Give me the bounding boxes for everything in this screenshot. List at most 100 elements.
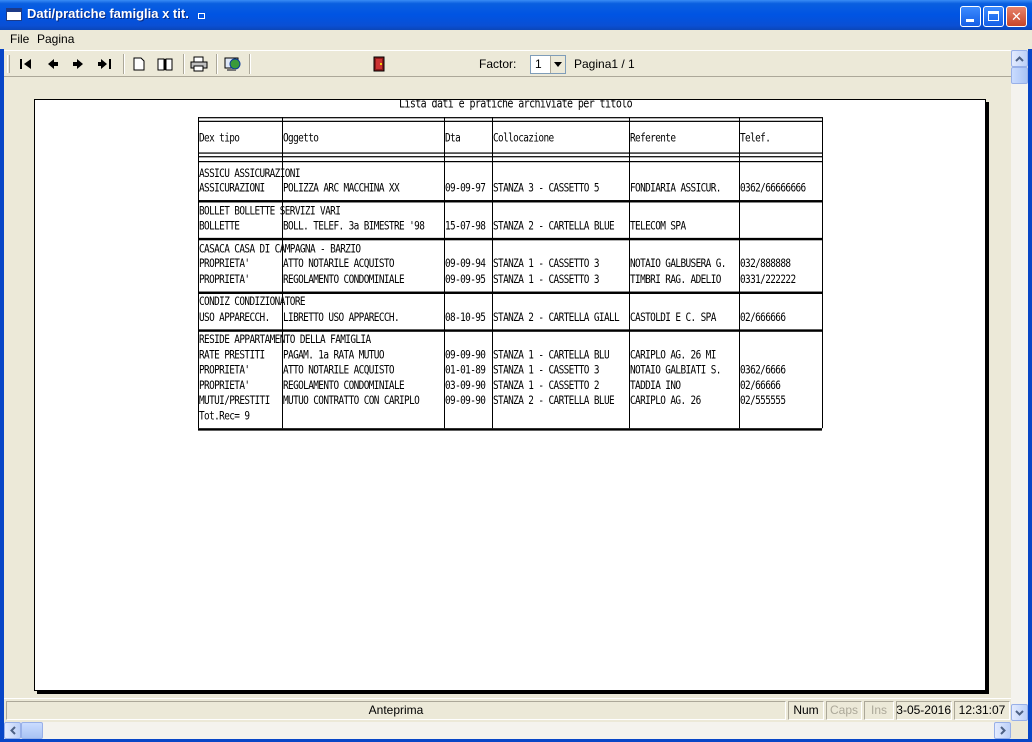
- table-cell: LIBRETTO USO APPARECCH.: [283, 310, 400, 324]
- status-num: Num: [788, 701, 824, 720]
- group-header: RESIDE APPARTAMENTO DELLA FAMIGLIA: [199, 333, 371, 347]
- column-divider: [822, 117, 823, 428]
- record-total: Tot.Rec= 9: [199, 409, 250, 423]
- group-header: ASSICU ASSICURAZIONI: [199, 166, 300, 180]
- title-glyph-icon: [198, 13, 205, 19]
- table-cell: STANZA 3 - CASSETTO 5: [493, 181, 600, 196]
- table-cell: 0362/66666666: [740, 181, 806, 196]
- table-cell: ATTO NOTARILE ACQUISTO: [283, 257, 395, 271]
- table-rule: [198, 200, 822, 203]
- minimize-button[interactable]: [960, 6, 981, 27]
- print-icon: [190, 56, 208, 72]
- two-pages-icon: [157, 58, 173, 70]
- single-page-button[interactable]: [128, 54, 150, 74]
- chevron-down-icon: [1015, 709, 1024, 716]
- table-cell: TELECOM SPA: [630, 219, 686, 233]
- menu-bar: File Pagina: [0, 30, 1032, 49]
- table-cell: 032/888888: [740, 257, 791, 271]
- prev-page-button[interactable]: [42, 54, 64, 74]
- column-header: Referente: [630, 131, 676, 146]
- preview-area[interactable]: Lista dati e pratiche archiviate per tit…: [4, 78, 1011, 696]
- dropdown-arrow-button[interactable]: [550, 56, 565, 73]
- group-header: CASACA CASA DI CAMPAGNA - BARZIO: [199, 242, 361, 256]
- exit-button[interactable]: [368, 54, 390, 74]
- report-title: Lista dati e pratiche archiviate per tit…: [399, 99, 633, 111]
- table-cell: 09-09-97: [445, 181, 486, 196]
- table-cell: 09-09-94: [445, 257, 486, 271]
- table-cell: POLIZZA ARC MACCHINA XX: [283, 181, 400, 196]
- scroll-up-button[interactable]: [1011, 50, 1028, 67]
- window-title: Dati/pratiche famiglia x tit.: [27, 6, 189, 21]
- group-header: BOLLET BOLLETTE SERVIZI VARI: [199, 204, 341, 218]
- table-cell: NOTAIO GALBIATI S.: [630, 363, 721, 377]
- close-button[interactable]: ✕: [1006, 6, 1027, 27]
- table-cell: ATTO NOTARILE ACQUISTO: [283, 363, 395, 377]
- scroll-down-button[interactable]: [1011, 704, 1028, 721]
- column-divider: [629, 117, 630, 428]
- column-divider: [492, 117, 493, 428]
- page-indicator: Pagina1 / 1: [574, 57, 635, 71]
- table-rule: [198, 237, 822, 241]
- table-rule: [198, 161, 822, 163]
- table-cell: 02/555555: [740, 394, 786, 408]
- export-button[interactable]: [222, 54, 244, 74]
- factor-value: 1: [535, 57, 542, 71]
- print-button[interactable]: [188, 54, 210, 74]
- next-page-button[interactable]: [67, 54, 89, 74]
- table-cell: 02/66666: [740, 378, 781, 393]
- table-cell: FONDIARIA ASSICUR.: [630, 181, 721, 196]
- horizontal-scrollbar[interactable]: [4, 722, 1011, 739]
- maximize-button[interactable]: [983, 6, 1004, 27]
- table-cell: 09-09-90: [445, 348, 486, 362]
- first-page-icon: [20, 59, 31, 69]
- table-cell: STANZA 1 - CASSETTO 3: [493, 363, 600, 377]
- first-page-button[interactable]: [15, 54, 37, 74]
- column-header: Collocazione: [493, 131, 554, 146]
- table-cell: RATE PRESTITI: [199, 348, 265, 362]
- table-cell: USO APPARECCH.: [199, 310, 270, 324]
- vertical-scroll-thumb[interactable]: [1011, 67, 1028, 84]
- chevron-left-icon: [9, 726, 16, 735]
- factor-select[interactable]: 1: [530, 55, 566, 74]
- close-icon: ✕: [1011, 9, 1022, 24]
- column-divider: [198, 117, 199, 428]
- table-cell: 01-01-89: [445, 363, 486, 377]
- chevron-up-icon: [1015, 55, 1024, 62]
- vertical-scrollbar[interactable]: [1011, 50, 1028, 721]
- title-bar[interactable]: Dati/pratiche famiglia x tit. ✕: [0, 0, 1032, 30]
- scroll-right-button[interactable]: [994, 722, 1011, 739]
- table-cell: 15-07-98: [445, 219, 486, 233]
- app-window-icon[interactable]: [6, 8, 22, 21]
- table-rule: [198, 120, 822, 122]
- table-cell: 03-09-90: [445, 378, 486, 393]
- status-caps: Caps: [826, 701, 862, 720]
- last-page-button[interactable]: [94, 54, 116, 74]
- table-rule: [198, 117, 822, 119]
- table-cell: CARIPLO AG. 26 MI: [630, 348, 716, 362]
- factor-label: Factor:: [479, 57, 517, 71]
- single-page-icon: [133, 57, 145, 71]
- exit-door-icon: [373, 56, 385, 72]
- table-cell: STANZA 1 - CASSETTO 2: [493, 378, 600, 393]
- table-cell: TADDIA INO: [630, 378, 681, 393]
- menu-file[interactable]: File: [10, 32, 29, 46]
- next-page-icon: [73, 59, 83, 69]
- column-header: Oggetto: [283, 131, 319, 146]
- column-header: Dta: [445, 131, 461, 146]
- table-cell: CARIPLO AG. 26: [630, 394, 701, 408]
- menu-pagina[interactable]: Pagina: [37, 32, 74, 46]
- toolbar: Factor: 1 Pagina1 / 1: [4, 50, 1011, 77]
- two-pages-button[interactable]: [154, 54, 176, 74]
- horizontal-scroll-thumb[interactable]: [21, 722, 43, 739]
- table-rule: [198, 328, 822, 332]
- table-cell: MUTUO CONTRATTO CON CARIPLO: [283, 394, 420, 408]
- table-cell: 0331/222222: [740, 272, 796, 287]
- table-cell: 09-09-95: [445, 272, 486, 287]
- report-page: Lista dati e pratiche archiviate per tit…: [34, 99, 986, 691]
- toolbar-grip[interactable]: [7, 55, 10, 73]
- table-cell: STANZA 2 - CARTELLA BLUE: [493, 219, 615, 233]
- table-cell: PROPRIETA': [199, 363, 250, 377]
- maximize-icon: [988, 11, 999, 21]
- chevron-right-icon: [999, 726, 1006, 735]
- scroll-left-button[interactable]: [4, 722, 21, 739]
